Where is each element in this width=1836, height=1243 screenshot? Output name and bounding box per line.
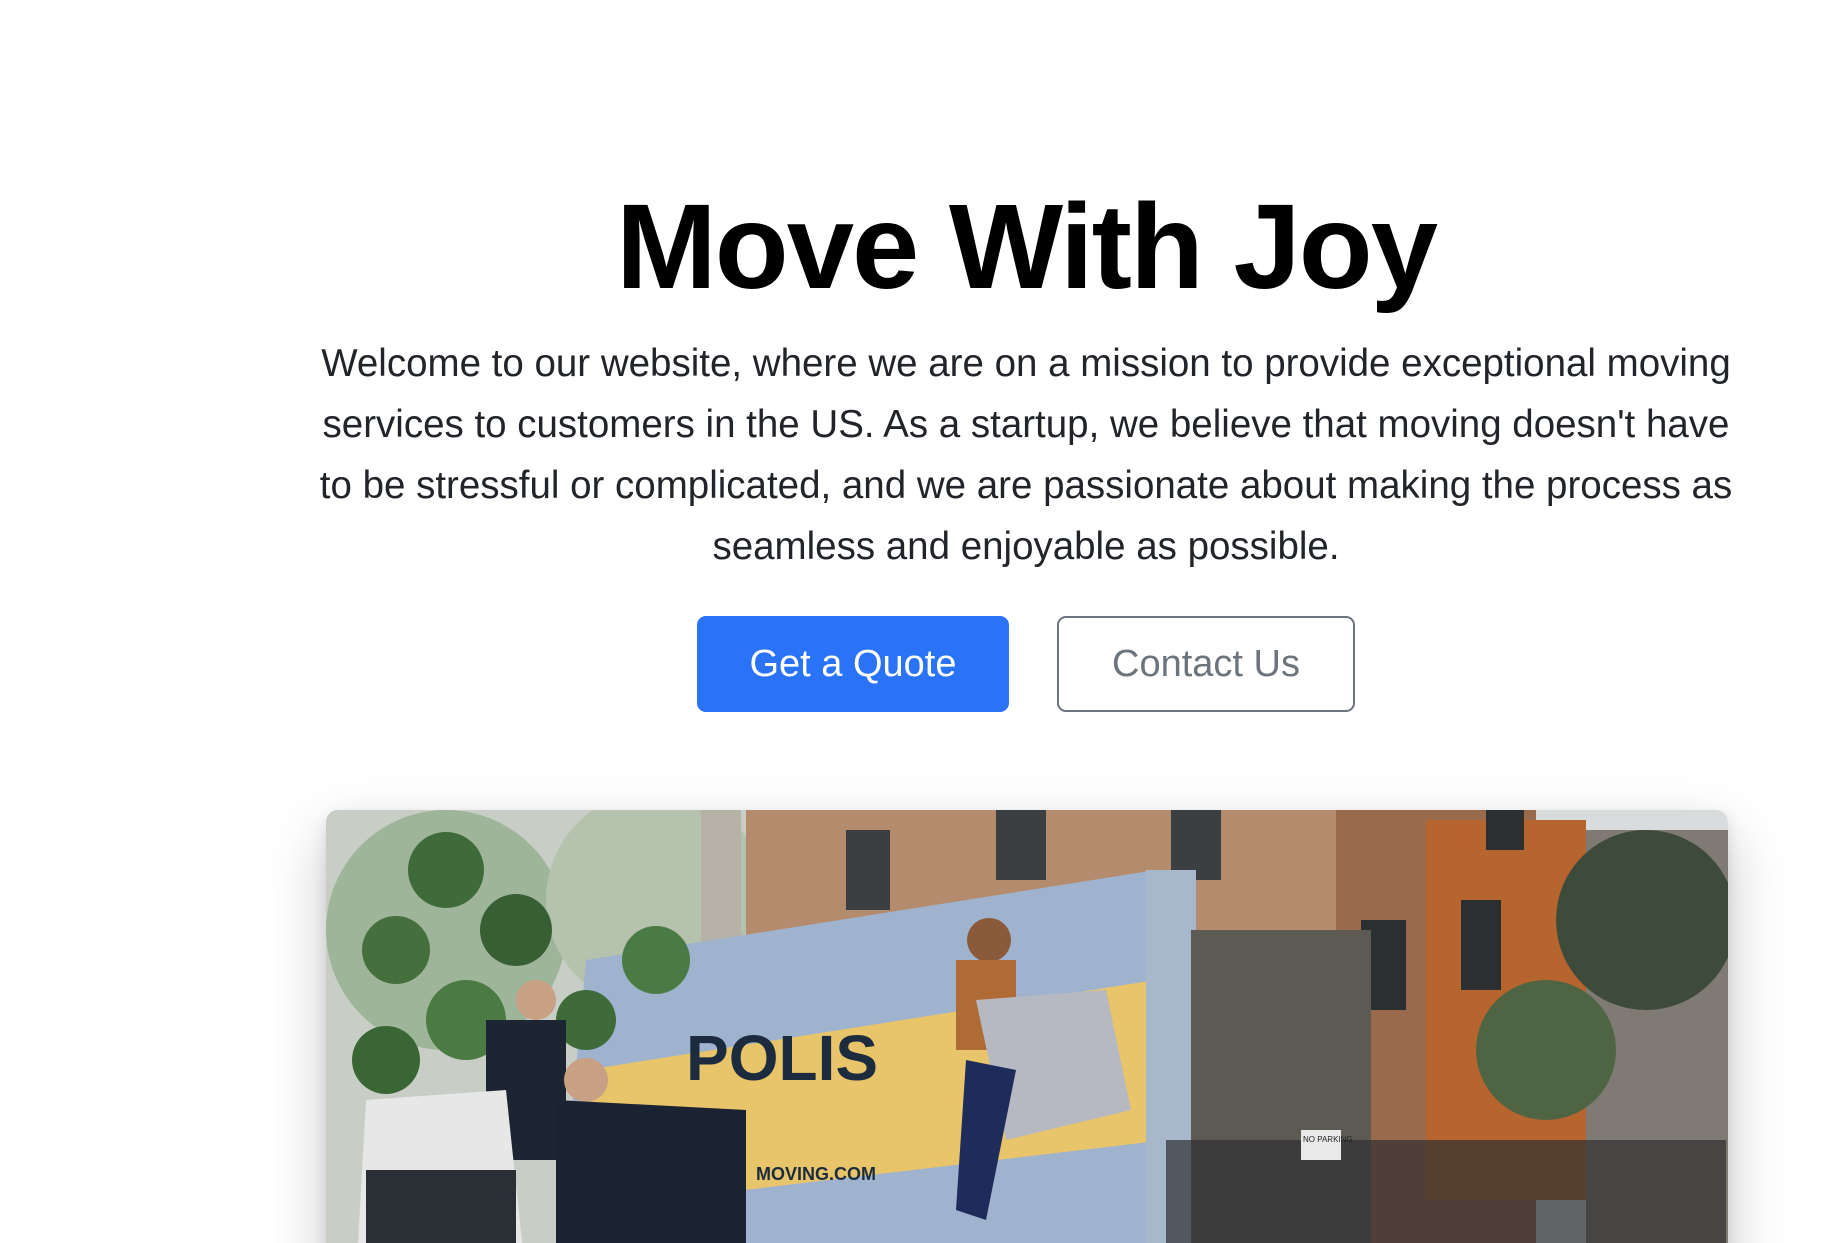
page: Move With Joy Welcome to our website, wh… (0, 0, 1836, 1243)
contact-us-button[interactable]: Contact Us (1057, 616, 1355, 712)
hero-image: POLIS MOVING.COM NO PARKING (326, 810, 1728, 1243)
truck-brand-text: POLIS (686, 1022, 878, 1094)
hero-title: Move With Joy (616, 178, 1438, 314)
get-a-quote-button[interactable]: Get a Quote (697, 616, 1009, 712)
no-parking-sign: NO PARKING (1303, 1135, 1353, 1144)
truck-site-text: MOVING.COM (756, 1164, 876, 1184)
hero-lead: Welcome to our website, where we are on … (319, 342, 1733, 568)
moving-truck-photo: POLIS MOVING.COM NO PARKING (326, 810, 1728, 1243)
